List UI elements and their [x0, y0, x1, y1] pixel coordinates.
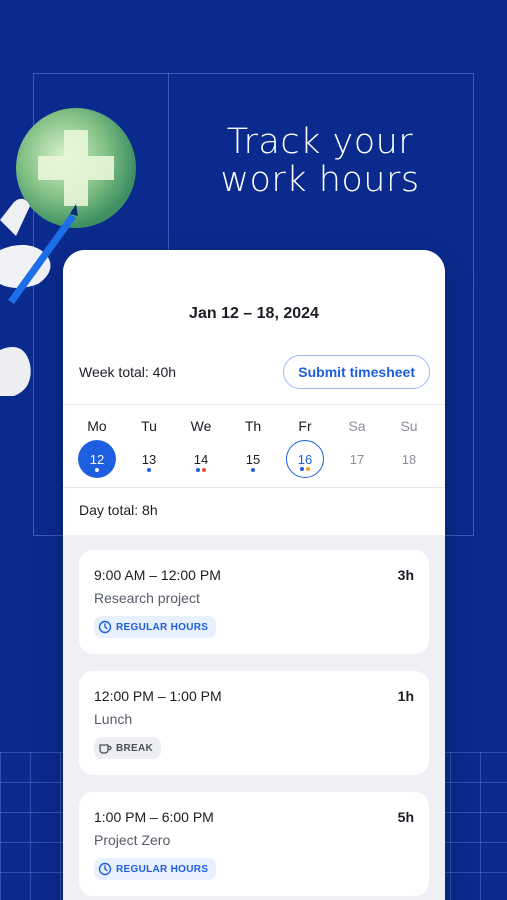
- entry-duration: 3h: [397, 567, 414, 583]
- entry-type-badge: REGULAR HOURS: [94, 616, 217, 638]
- badge-label: REGULAR HOURS: [116, 621, 209, 633]
- entry-duration: 1h: [397, 688, 414, 704]
- day-number[interactable]: 18: [390, 440, 428, 478]
- week-day-picker: Mo 12 Tu 13 We 14 Th 15 Fr 16 Sa 17 Su 18: [63, 405, 445, 478]
- entry-indicator-dots: [287, 467, 323, 471]
- headline: Track your work hours: [220, 122, 420, 200]
- day-name: Th: [244, 418, 262, 434]
- day-fr[interactable]: Fr 16: [279, 417, 331, 478]
- day-total: Day total: 8h: [63, 487, 445, 533]
- week-total: Week total: 40h: [79, 364, 177, 380]
- day-su[interactable]: Su 18: [383, 417, 435, 478]
- day-sa[interactable]: Sa 17: [331, 417, 383, 478]
- day-number[interactable]: 15: [234, 440, 272, 478]
- entry-type-badge: BREAK: [94, 737, 162, 759]
- entry-project: Lunch: [94, 711, 133, 727]
- day-we[interactable]: We 14: [175, 417, 227, 478]
- entry-project: Research project: [94, 590, 200, 606]
- coffee-cup-icon: [98, 741, 112, 755]
- week-summary: Week total: 40h Submit timesheet: [63, 350, 445, 394]
- entry-header: 9:00 AM – 12:00 PM 3h: [94, 567, 414, 583]
- entry-type-badge: REGULAR HOURS: [94, 858, 217, 880]
- time-entries-list: 9:00 AM – 12:00 PM 3h Research project REGU…: [63, 535, 445, 896]
- entry-dot: [147, 468, 151, 472]
- entry-dot: [300, 467, 304, 471]
- day-name: Fr: [298, 418, 312, 434]
- day-th[interactable]: Th 15: [227, 417, 279, 478]
- time-entry-card[interactable]: 12:00 PM – 1:00 PM 1h Lunch BREAK: [79, 671, 429, 775]
- entry-time-range: 12:00 PM – 1:00 PM: [94, 688, 222, 704]
- badge-label: REGULAR HOURS: [116, 863, 209, 875]
- entry-header: 12:00 PM – 1:00 PM 1h: [94, 688, 414, 704]
- day-number[interactable]: 16: [286, 440, 324, 478]
- day-number[interactable]: 17: [338, 440, 376, 478]
- date-range-title: Jan 12 – 18, 2024: [189, 305, 319, 322]
- clock-icon: [98, 862, 112, 876]
- entry-indicator-dots: [182, 468, 220, 472]
- day-number[interactable]: 13: [130, 440, 168, 478]
- frame-divider: [168, 73, 169, 250]
- timesheet-card: Jan 12 – 18, 2024 Week total: 40h Submit…: [63, 250, 445, 900]
- entry-indicator-dots: [130, 468, 168, 472]
- day-name: Sa: [348, 418, 366, 434]
- day-tu[interactable]: Tu 13: [123, 417, 175, 478]
- entry-dot: [202, 468, 206, 472]
- day-name: Mo: [87, 418, 107, 434]
- day-number[interactable]: 12: [78, 440, 116, 478]
- day-number[interactable]: 14: [182, 440, 220, 478]
- entry-dot: [251, 468, 255, 472]
- time-entry-card[interactable]: 1:00 PM – 6:00 PM 5h Project Zero REGULAR H…: [79, 792, 429, 896]
- entry-time-range: 9:00 AM – 12:00 PM: [94, 567, 221, 583]
- time-entry-card[interactable]: 9:00 AM – 12:00 PM 3h Research project REGU…: [79, 550, 429, 654]
- entry-header: 1:00 PM – 6:00 PM 5h: [94, 809, 414, 825]
- day-mo[interactable]: Mo 12: [71, 417, 123, 478]
- day-name: Tu: [141, 418, 157, 434]
- entry-indicator-dots: [234, 468, 272, 472]
- day-name: Su: [400, 418, 418, 434]
- entry-indicator-dots: [78, 468, 116, 472]
- entry-dot: [196, 468, 200, 472]
- submit-timesheet-button[interactable]: Submit timesheet: [283, 355, 430, 389]
- badge-label: BREAK: [116, 742, 154, 754]
- clock-icon: [98, 620, 112, 634]
- entry-time-range: 1:00 PM – 6:00 PM: [94, 809, 214, 825]
- day-name: We: [190, 418, 212, 434]
- entry-dot: [95, 468, 99, 472]
- entry-project: Project Zero: [94, 832, 171, 848]
- entry-dot: [306, 467, 310, 471]
- entry-duration: 5h: [397, 809, 414, 825]
